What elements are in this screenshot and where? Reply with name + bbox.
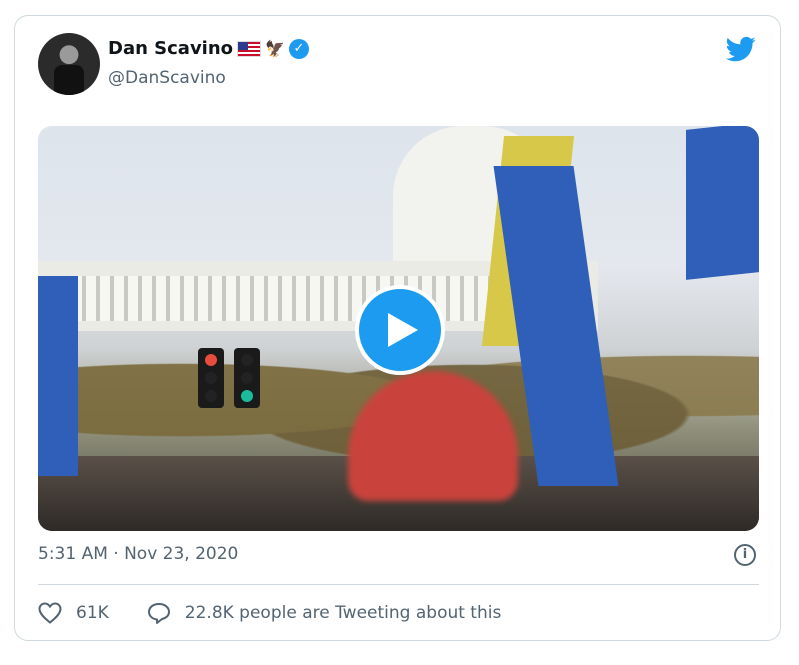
play-icon xyxy=(388,313,418,347)
divider xyxy=(38,584,759,585)
speech-bubble-icon xyxy=(147,603,170,624)
author-row: Dan Scavino 🦅 ✓ xyxy=(108,38,309,59)
traffic-light xyxy=(234,348,260,408)
tweet-timestamp[interactable]: 5:31 AM · Nov 23, 2020 xyxy=(38,544,238,564)
tweet-card[interactable]: Dan Scavino 🦅 ✓ @DanScavino 5:31 AM · No… xyxy=(14,15,781,641)
heart-icon xyxy=(38,602,62,624)
avatar[interactable] xyxy=(38,33,100,95)
author-name[interactable]: Dan Scavino xyxy=(108,38,233,59)
eagle-icon: 🦅 xyxy=(265,38,285,58)
author-handle[interactable]: @DanScavino xyxy=(108,68,226,88)
twitter-bird-icon[interactable] xyxy=(724,34,758,64)
play-button[interactable] xyxy=(355,285,445,375)
like-count: 61K xyxy=(76,603,109,623)
tweet-actions: 61K 22.8K people are Tweeting about this xyxy=(38,598,501,628)
tweeting-about-link[interactable]: 22.8K people are Tweeting about this xyxy=(147,602,502,624)
traffic-light xyxy=(198,348,224,408)
like-button[interactable]: 61K xyxy=(38,602,109,624)
info-icon[interactable]: i xyxy=(734,544,756,566)
us-flag-icon xyxy=(237,40,262,57)
video-player[interactable] xyxy=(38,126,759,531)
tweeting-about-text: 22.8K people are Tweeting about this xyxy=(184,603,502,623)
verified-badge-icon: ✓ xyxy=(288,38,309,59)
